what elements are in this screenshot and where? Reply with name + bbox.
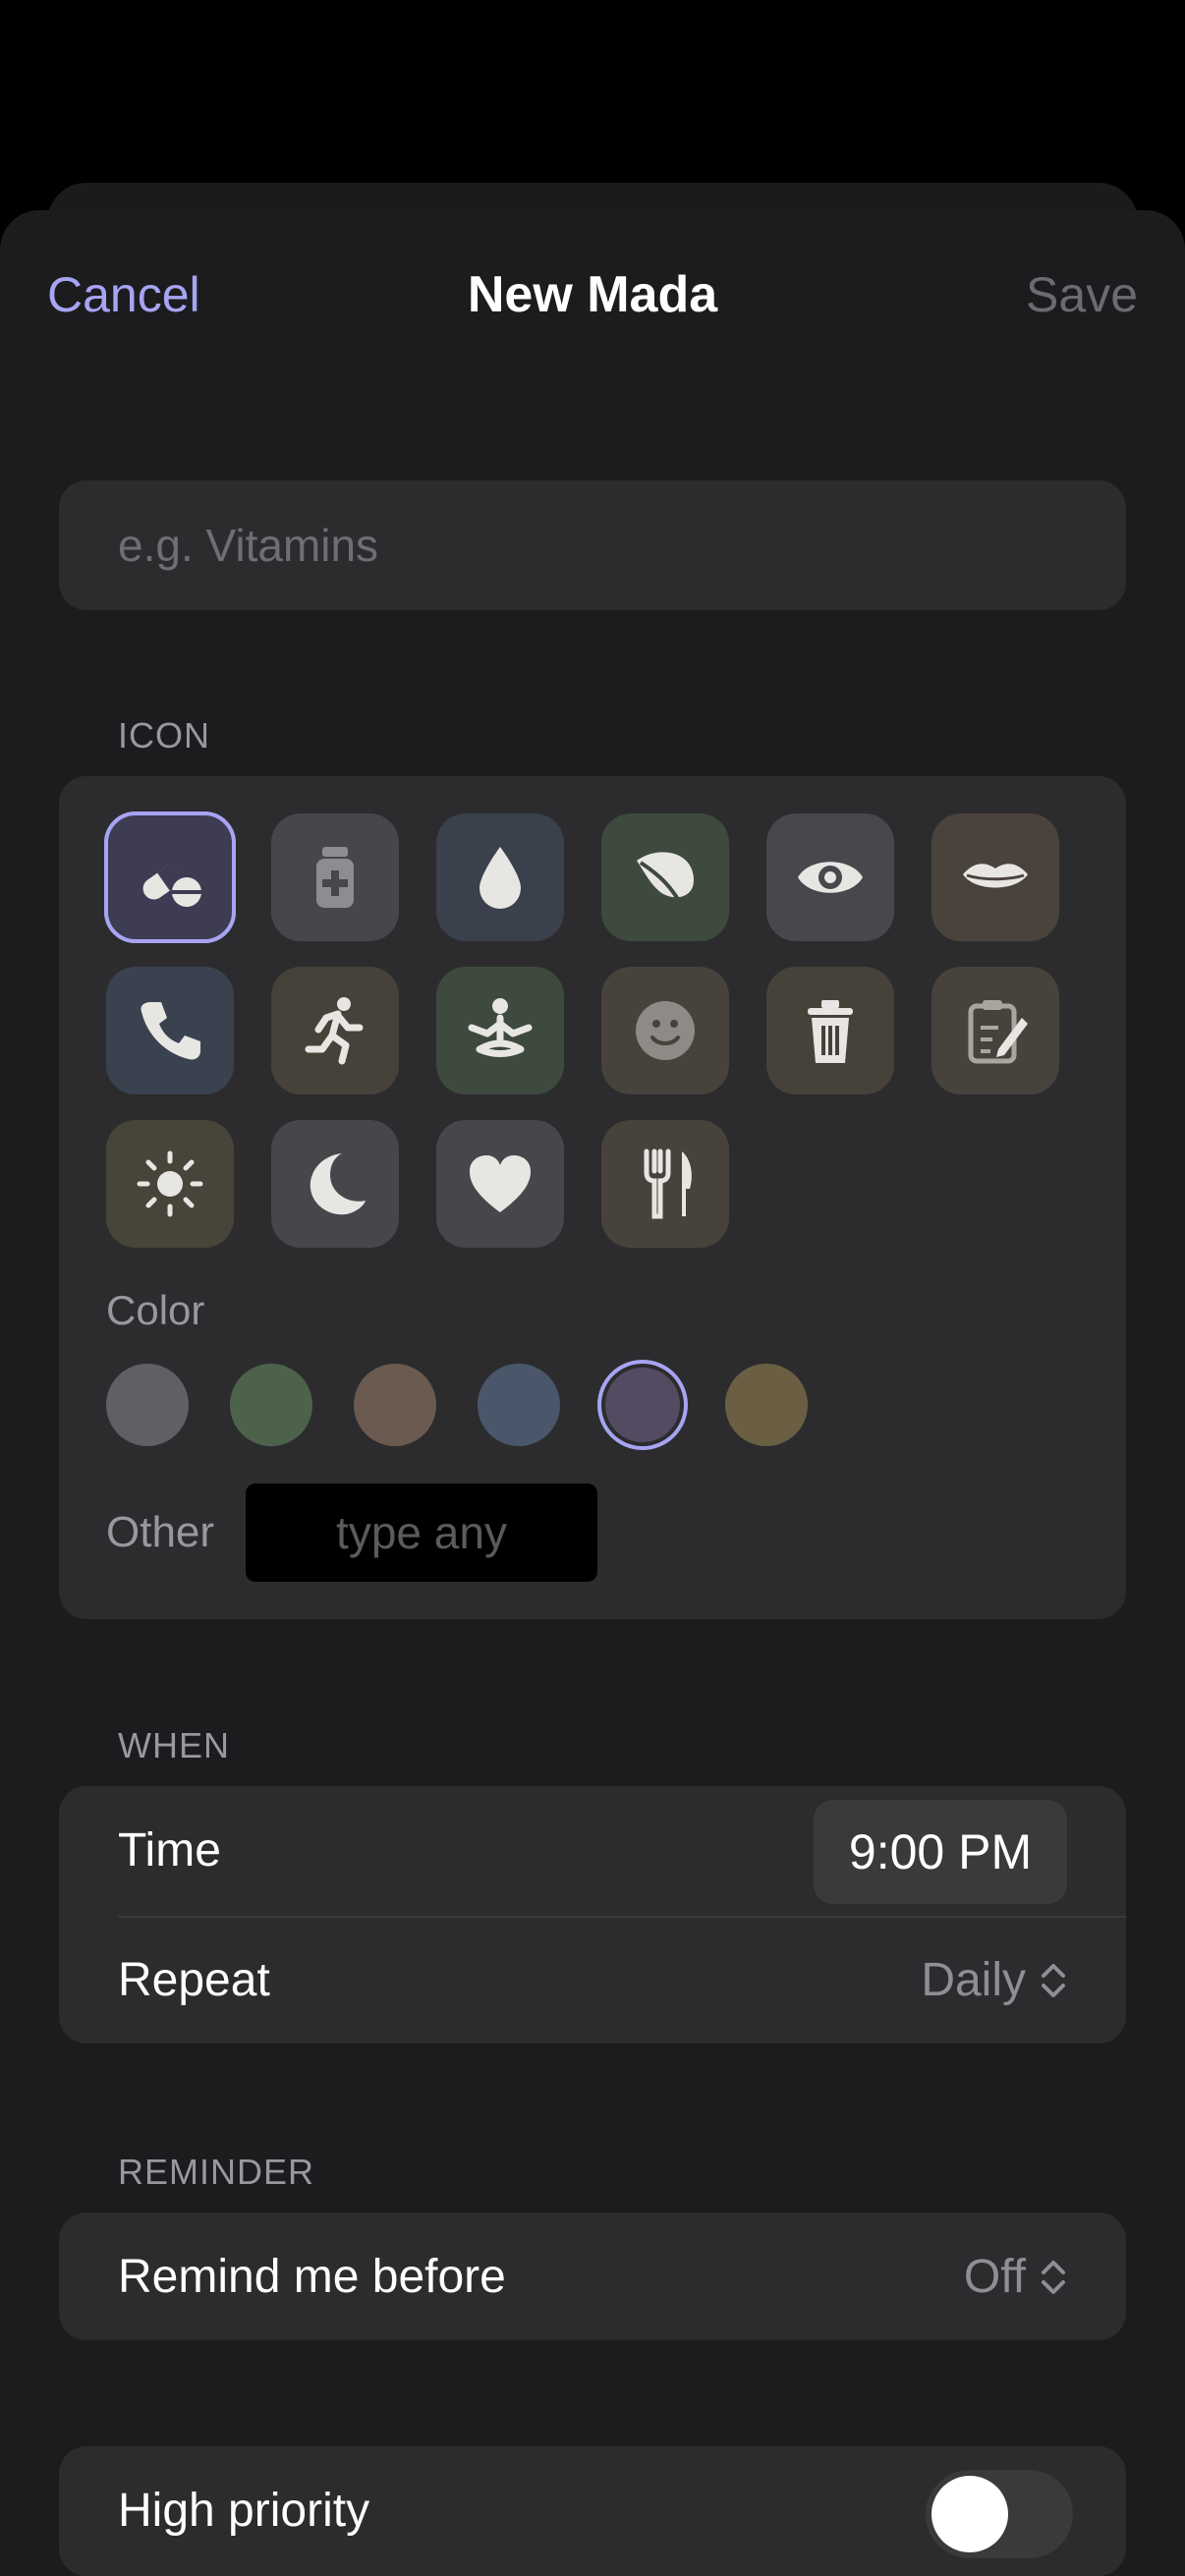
icon-option-phone[interactable] bbox=[106, 967, 234, 1094]
save-button[interactable]: Save bbox=[1026, 263, 1138, 326]
color-swatch[interactable] bbox=[605, 1368, 680, 1442]
repeat-value: Daily bbox=[921, 1954, 1026, 2006]
color-swatch[interactable] bbox=[230, 1364, 312, 1446]
moon-icon bbox=[310, 1153, 366, 1215]
chevron-up-down-icon bbox=[1042, 1963, 1065, 1997]
icon-option-pills[interactable] bbox=[104, 812, 236, 943]
repeat-label: Repeat bbox=[118, 1954, 270, 2006]
lips-icon bbox=[963, 864, 1028, 888]
runner-icon bbox=[305, 997, 364, 1065]
color-swatch[interactable] bbox=[725, 1364, 808, 1446]
reminder-section-label: REMINDER bbox=[118, 2152, 315, 2192]
pills-icon bbox=[142, 860, 202, 907]
icon-option-meditation[interactable] bbox=[436, 967, 564, 1094]
phone-icon bbox=[141, 1002, 200, 1060]
icon-option-moon[interactable] bbox=[271, 1120, 399, 1248]
heart-icon bbox=[470, 1155, 531, 1212]
color-swatch[interactable] bbox=[478, 1364, 560, 1446]
repeat-picker[interactable]: Daily bbox=[921, 1953, 1067, 2007]
name-input[interactable] bbox=[59, 480, 1126, 610]
high-priority-label: High priority bbox=[118, 2485, 370, 2537]
fork-knife-icon bbox=[644, 1148, 692, 1219]
sun-icon bbox=[137, 1150, 203, 1217]
time-value: 9:00 PM bbox=[848, 1824, 1033, 1879]
other-icon-input[interactable] bbox=[246, 1484, 597, 1582]
icon-option-leaf[interactable] bbox=[601, 813, 729, 941]
icon-option-heart[interactable] bbox=[436, 1120, 564, 1248]
remind-before-value: Off bbox=[963, 2251, 1026, 2303]
color-label: Color bbox=[106, 1287, 205, 1333]
when-card: Time 9:00 PM Repeat Daily bbox=[59, 1786, 1126, 2044]
high-priority-toggle[interactable] bbox=[926, 2470, 1073, 2558]
medicine-bottle-icon bbox=[316, 847, 354, 908]
icon-option-medicine-bottle[interactable] bbox=[271, 813, 399, 941]
icon-card: Color Other bbox=[59, 776, 1126, 1619]
icon-option-clipboard[interactable] bbox=[931, 967, 1059, 1094]
smiley-icon bbox=[636, 1001, 695, 1060]
icon-section-label: ICON bbox=[118, 715, 210, 756]
icon-option-eye[interactable] bbox=[766, 813, 894, 941]
color-swatch[interactable] bbox=[354, 1364, 436, 1446]
remind-before-label: Remind me before bbox=[118, 2251, 506, 2303]
icon-option-lips[interactable] bbox=[931, 813, 1059, 941]
icon-option-sun[interactable] bbox=[106, 1120, 234, 1248]
icon-option-trash[interactable] bbox=[766, 967, 894, 1094]
when-section-label: WHEN bbox=[118, 1725, 230, 1765]
chevron-up-down-icon bbox=[1042, 2260, 1065, 2294]
meditation-icon bbox=[468, 998, 533, 1057]
page-title: New Mada bbox=[467, 266, 718, 323]
time-label: Time bbox=[118, 1824, 221, 1876]
other-label: Other bbox=[106, 1508, 215, 1556]
leaf-icon bbox=[637, 852, 694, 911]
remind-before-picker[interactable]: Off bbox=[964, 2250, 1067, 2304]
trash-icon bbox=[808, 1000, 853, 1063]
drop-icon bbox=[480, 847, 521, 909]
eye-icon bbox=[798, 862, 863, 893]
toggle-knob bbox=[931, 2476, 1008, 2552]
icon-option-smiley[interactable] bbox=[601, 967, 729, 1094]
icon-option-fork-knife[interactable] bbox=[601, 1120, 729, 1248]
clipboard-icon bbox=[968, 1000, 1028, 1064]
priority-card: High priority bbox=[59, 2446, 1126, 2576]
time-picker[interactable]: 9:00 PM bbox=[814, 1800, 1067, 1904]
color-swatch[interactable] bbox=[106, 1364, 189, 1446]
row-divider bbox=[118, 1916, 1126, 1918]
icon-option-drop[interactable] bbox=[436, 813, 564, 941]
reminder-card: Remind me before Off bbox=[59, 2212, 1126, 2340]
icon-option-runner[interactable] bbox=[271, 967, 399, 1094]
